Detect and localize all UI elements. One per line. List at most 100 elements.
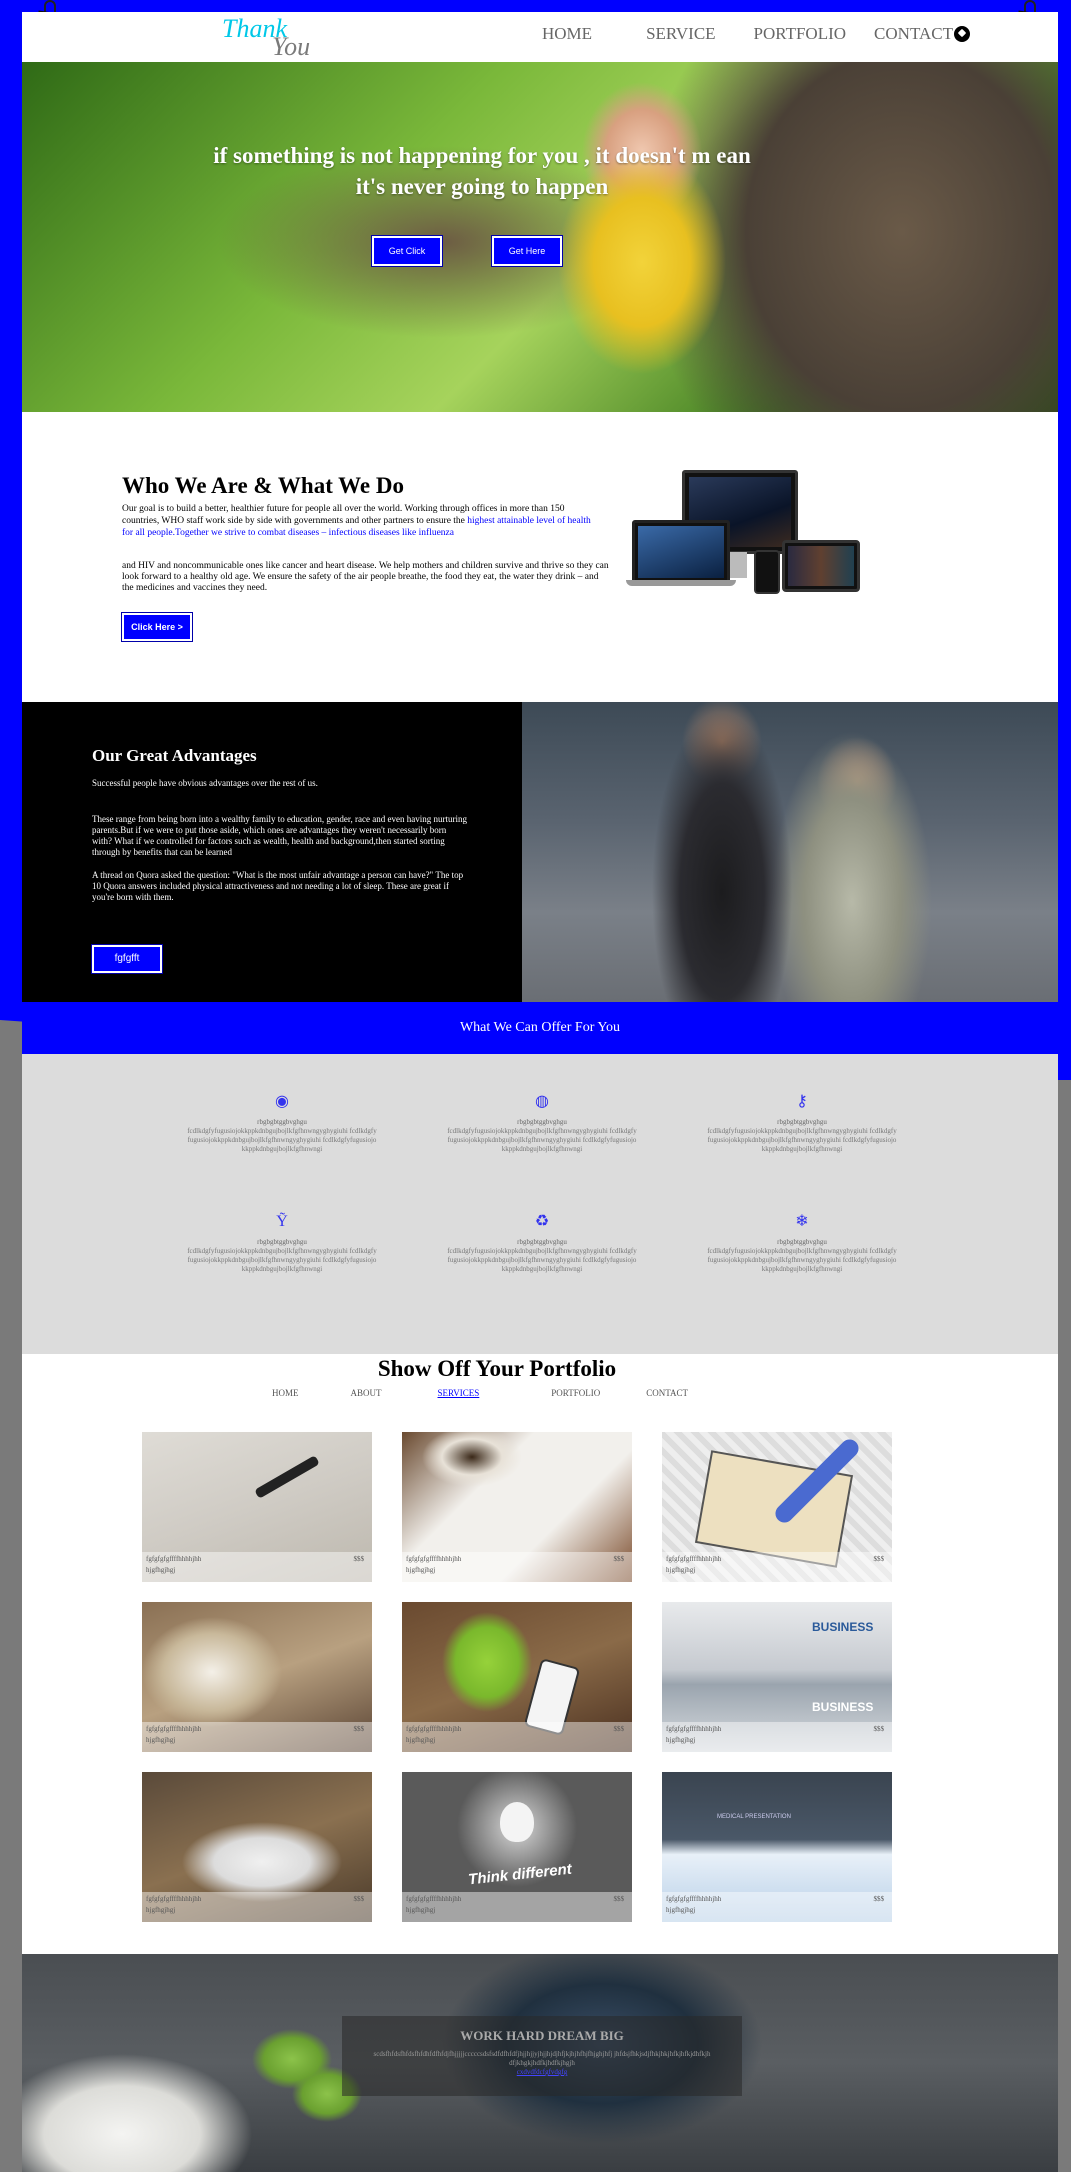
tab-portfolio[interactable]: PORTFOLIO — [551, 1388, 600, 1398]
advantages-paragraph-1: These range from being born into a wealt… — [92, 814, 468, 857]
portfolio-card[interactable]: fgfgfgfgffffhhhhjhh $$$ hjgfhgjhgj — [142, 1432, 372, 1582]
card-caption: fgfgfgfgffffhhhhjhh $$$ hjgfhgjhgj — [402, 1552, 632, 1582]
advantages-subtitle: Successful people have obvious advantage… — [92, 778, 318, 788]
card-price: $$$ — [353, 1725, 365, 1733]
portfolio-card[interactable]: fgfgfgfgffffhhhhjhh $$$ hjgfhgjhgj — [402, 1432, 632, 1582]
offer-item-title: rbgbgbtggbvghgu — [777, 1118, 827, 1126]
cocktail-icon: Ỹ — [276, 1213, 288, 1230]
offer-item: ◉ rbgbgbtggbvghgu fcdlkdgfyfugusiojokkpp… — [182, 1092, 382, 1154]
tab-services[interactable]: SERVICES — [438, 1388, 480, 1398]
work-hard-title: WORK HARD DREAM BIG — [460, 2028, 624, 2043]
work-hard-link[interactable]: cxdvdfdcfgfvdgfg — [342, 2068, 742, 2076]
tablet-image — [782, 540, 860, 592]
card-name: fgfgfgfgffffhhhhjhh — [406, 1725, 462, 1733]
nav-links: HOME SERVICE PORTFOLIO CONTACT — [542, 24, 991, 44]
nav-link-portfolio[interactable]: PORTFOLIO — [754, 24, 847, 44]
card-sub: hjgfhgjhgj — [146, 1736, 176, 1744]
logo-you: You — [272, 32, 311, 61]
tab-contact[interactable]: CONTACT — [646, 1388, 688, 1398]
card-sub: hjgfhgjhgj — [666, 1736, 696, 1744]
get-click-button[interactable]: Get Click — [372, 236, 442, 266]
card-name: fgfgfgfgffffhhhhjhh — [406, 1555, 462, 1563]
nav-link-home[interactable]: HOME — [542, 24, 592, 44]
advantages-button[interactable]: fgfgfft — [92, 945, 162, 973]
card-caption: fgfgfgfgffffhhhhjhh $$$ hjgfhgjhgj — [402, 1892, 632, 1922]
card-caption: fgfgfgfgffffhhhhjhh $$$ hjgfhgjhgj — [662, 1552, 892, 1582]
card-name: fgfgfgfgffffhhhhjhh — [146, 1555, 202, 1563]
portfolio-card[interactable]: Think different fgfgfgfgffffhhhhjhh $$$ … — [402, 1772, 632, 1922]
card-name: fgfgfgfgffffhhhhjhh — [666, 1725, 722, 1733]
advantages-section: Our Great Advantages Successful people h… — [22, 702, 1058, 1002]
card-name: fgfgfgfgffffhhhhjhh — [666, 1555, 722, 1563]
tab-about[interactable]: ABOUT — [351, 1388, 382, 1398]
logo[interactable]: Thank You — [222, 14, 332, 61]
offer-item-title: rbgbgbtggbvghgu — [517, 1118, 567, 1126]
circle-icon: ◉ — [275, 1093, 289, 1110]
nav-link-contact[interactable]: CONTACT — [874, 24, 953, 44]
who-title: Who We Are & What We Do — [122, 473, 404, 498]
advantages-text-panel: Our Great Advantages Successful people h… — [22, 702, 522, 1002]
tab-home[interactable]: HOME — [272, 1388, 299, 1398]
card-sub: hjgfhgjhgj — [666, 1906, 696, 1914]
offer-item-desc: fcdlkdgfyfugusiojokkppkdnbgujbojlkfgfhnw… — [707, 1127, 897, 1153]
card-sub: hjgfhgjhgj — [406, 1906, 436, 1914]
click-here-button[interactable]: Click Here > — [122, 613, 192, 641]
compass-icon: ◍ — [535, 1093, 549, 1110]
apple-logo-icon — [500, 1802, 534, 1842]
work-hard-banner: WORK HARD DREAM BIG scdsfhfdsfhfdsfhfdhf… — [22, 1954, 1058, 2172]
offer-item-desc: fcdlkdgfyfugusiojokkppkdnbgujbojlkfgfhnw… — [707, 1247, 897, 1273]
pen-image — [254, 1455, 320, 1499]
advantages-title: Our Great Advantages — [92, 746, 257, 765]
portfolio-card[interactable]: fgfgfgfgffffhhhhjhh $$$ hjgfhgjhgj — [142, 1772, 372, 1922]
compass-icon[interactable] — [954, 26, 970, 42]
work-hard-text: scdsfhfdsfhfdsfhfdhfdfhfdjfhjjjjjcccccsd… — [373, 2050, 711, 2067]
portfolio-tabs: HOME ABOUT SERVICES PORTFOLIO CONTACT — [272, 1388, 740, 1398]
offer-item: ♻ rbgbgbtggbvghgu fcdlkdgfyfugusiojokkpp… — [442, 1212, 642, 1274]
card-price: $$$ — [873, 1895, 885, 1903]
offer-item-desc: fcdlkdgfyfugusiojokkppkdnbgujbojlkfgfhnw… — [187, 1127, 377, 1153]
card-sub: hjgfhgjhgj — [406, 1566, 436, 1574]
top-navigation: Thank You HOME SERVICE PORTFOLIO CONTACT — [22, 12, 1058, 62]
card-name: fgfgfgfgffffhhhhjhh — [666, 1895, 722, 1903]
who-paragraph-2: and HIV and noncommunicable ones like ca… — [122, 561, 609, 593]
get-here-button[interactable]: Get Here — [492, 236, 562, 266]
offer-item-desc: fcdlkdgfyfugusiojokkppkdnbgujbojlkfgfhnw… — [447, 1127, 637, 1153]
hero-banner: if something is not happening for you , … — [22, 62, 1058, 412]
portfolio-card[interactable]: BUSINESS BUSINESS fgfgfgfgffffhhhhjhh $$… — [662, 1602, 892, 1752]
offer-item: Ỹ rbgbgbtggbvghgu fcdlkdgfyfugusiojokkpp… — [182, 1212, 382, 1274]
who-paragraph-1: Our goal is to build a better, healthier… — [122, 503, 592, 539]
monitor-stand — [727, 552, 747, 578]
portfolio-card[interactable]: fgfgfgfgffffhhhhjhh $$$ hjgfhgjhgj — [662, 1432, 892, 1582]
offer-item: ⚷ rbgbgbtggbvghgu fcdlkdgfyfugusiojokkpp… — [702, 1092, 902, 1154]
nav-link-service[interactable]: SERVICE — [646, 24, 715, 44]
offer-item: ◍ rbgbgbtggbvghgu fcdlkdgfyfugusiojokkpp… — [442, 1092, 642, 1154]
card-text-medical: MEDICAL PRESENTATION — [717, 1814, 791, 1820]
offer-item-title: rbgbgbtggbvghgu — [517, 1238, 567, 1246]
portfolio-section: Show Off Your Portfolio HOME ABOUT SERVI… — [22, 1354, 1058, 1954]
card-price: $$$ — [873, 1555, 885, 1563]
laptop-image — [632, 520, 730, 584]
card-sub: hjgfhgjhgj — [146, 1906, 176, 1914]
offer-item-title: rbgbgbtggbvghgu — [777, 1238, 827, 1246]
card-price: $$$ — [613, 1725, 625, 1733]
card-caption: fgfgfgfgffffhhhhjhh $$$ hjgfhgjhgj — [142, 1552, 372, 1582]
card-caption: fgfgfgfgffffhhhhjhh $$$ hjgfhgjhgj — [142, 1722, 372, 1752]
couple-walking-image — [522, 702, 1058, 1002]
portfolio-title: Show Off Your Portfolio — [377, 1356, 617, 1381]
card-name: fgfgfgfgffffhhhhjhh — [406, 1895, 462, 1903]
portfolio-card[interactable]: MEDICAL PRESENTATION fgfgfgfgffffhhhhjhh… — [662, 1772, 892, 1922]
portfolio-card[interactable]: fgfgfgfgffffhhhhjhh $$$ hjgfhgjhgj — [142, 1602, 372, 1752]
card-name: fgfgfgfgffffhhhhjhh — [146, 1725, 202, 1733]
card-price: $$$ — [353, 1895, 365, 1903]
card-sub: hjgfhgjhgj — [146, 1566, 176, 1574]
offer-grid: ◉ rbgbgbtggbvghgu fcdlkdgfyfugusiojokkpp… — [22, 1054, 1058, 1354]
offer-item-title: rbgbgbtggbvghgu — [257, 1118, 307, 1126]
offer-item: ❄ rbgbgbtggbvghgu fcdlkdgfyfugusiojokkpp… — [702, 1212, 902, 1274]
devices-image — [626, 470, 862, 600]
recycle-icon: ♻ — [534, 1213, 550, 1230]
card-price: $$$ — [873, 1725, 885, 1733]
hero-title: if something is not happening for you , … — [213, 143, 751, 199]
phone-image — [754, 550, 780, 594]
card-caption: fgfgfgfgffffhhhhjhh $$$ hjgfhgjhgj — [662, 1892, 892, 1922]
portfolio-card[interactable]: fgfgfgfgffffhhhhjhh $$$ hjgfhgjhgj — [402, 1602, 632, 1752]
